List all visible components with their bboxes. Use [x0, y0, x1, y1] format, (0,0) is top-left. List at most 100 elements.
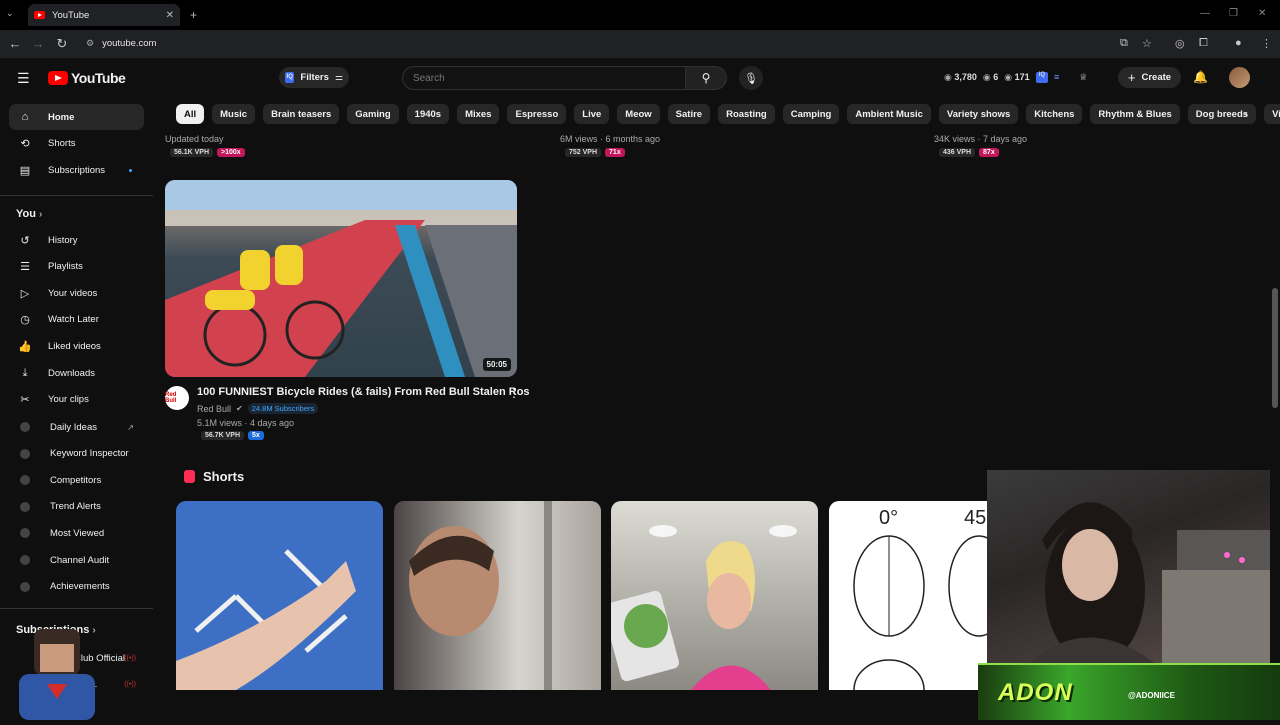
- search-input[interactable]: [413, 72, 685, 84]
- short-thumbnail-1[interactable]: [176, 501, 383, 690]
- browser-tab[interactable]: YouTube ✕: [28, 4, 180, 26]
- chip-rhythm-blues[interactable]: Rhythm & Blues: [1090, 104, 1180, 124]
- page-scrollbar[interactable]: [1272, 288, 1278, 408]
- tab-search-icon[interactable]: ⌄: [6, 8, 14, 19]
- video-title[interactable]: 100 FUNNIEST Bicycle Rides (& fails) Fro…: [197, 386, 530, 398]
- channel-name[interactable]: Red Bull: [197, 404, 231, 414]
- hamburger-menu-icon[interactable]: ☰: [17, 70, 30, 87]
- video-more-icon[interactable]: ⋮: [508, 386, 520, 400]
- extensions-puzzle-icon[interactable]: ⧠: [1199, 37, 1208, 50]
- chip-meow[interactable]: Meow: [617, 104, 660, 124]
- chip-espresso[interactable]: Espresso: [507, 104, 567, 124]
- chip-live[interactable]: Live: [574, 104, 610, 124]
- minimize-icon[interactable]: —: [1200, 8, 1210, 19]
- chips-next-arrow-icon[interactable]: ›: [1244, 107, 1248, 121]
- search-box[interactable]: [402, 66, 686, 90]
- top-row-vph-1: 56.1K VPH >100x: [170, 148, 245, 157]
- chip-all[interactable]: All: [176, 104, 205, 124]
- tab-close-icon[interactable]: ✕: [166, 10, 174, 21]
- chip-satire[interactable]: Satire: [667, 104, 711, 124]
- sidebar-item-your-clips[interactable]: ✂ Your clips: [9, 387, 144, 413]
- sidebar-item-home[interactable]: ⌂ Home: [9, 104, 144, 130]
- bookmark-star-icon[interactable]: ☆: [1142, 37, 1152, 50]
- back-icon[interactable]: ←: [7, 36, 23, 51]
- profile-icon[interactable]: ●: [1235, 37, 1242, 49]
- install-app-icon[interactable]: ⧉: [1120, 37, 1128, 50]
- channel-avatar[interactable]: Red Bull: [165, 386, 189, 410]
- history-icon: ↺: [20, 234, 30, 247]
- sidebar-item-competitors[interactable]: Competitors: [9, 467, 144, 493]
- chip-1940s[interactable]: 1940s: [406, 104, 450, 124]
- top-row-meta-2: 6M views · 6 months ago: [560, 134, 661, 144]
- maximize-icon[interactable]: ❐: [1229, 8, 1238, 19]
- chip-kitchens[interactable]: Kitchens: [1026, 104, 1083, 124]
- list-icon[interactable]: ≡: [1054, 72, 1059, 83]
- chip-music[interactable]: Music: [212, 104, 256, 124]
- logo-text: YouTube: [71, 70, 126, 86]
- sidebar-item-most-viewed[interactable]: Most Viewed: [9, 520, 144, 546]
- you-section-header[interactable]: You ›: [16, 208, 42, 220]
- degree-label-0: 0°: [879, 507, 899, 529]
- sidebar-item-label: Keyword Inspector: [50, 448, 129, 460]
- notifications-bell-icon[interactable]: 🔔: [1193, 70, 1208, 84]
- chip-brain-teasers[interactable]: Brain teasers: [263, 104, 340, 124]
- sidebar-item-liked-videos[interactable]: 👍 Liked videos: [9, 333, 144, 359]
- extension-dot-icon: [20, 528, 30, 539]
- sidebar-item-trend-alerts[interactable]: Trend Alerts: [9, 494, 144, 520]
- short-thumbnail-3[interactable]: [611, 501, 818, 690]
- sidebar-item-watch-later[interactable]: ◷ Watch Later: [9, 307, 144, 333]
- trophy-icon[interactable]: ♕: [1079, 72, 1087, 83]
- chip-gaming[interactable]: Gaming: [347, 104, 399, 124]
- sidebar-item-shorts[interactable]: ⟲ Shorts: [9, 131, 144, 157]
- sidebar-item-label: Playlists: [48, 261, 83, 273]
- chip-variety-shows[interactable]: Variety shows: [938, 104, 1019, 124]
- top-row-vph-2: 752 VPH 71x: [565, 148, 625, 157]
- sidebar-item-daily-ideas[interactable]: Daily Ideas ↗: [9, 414, 144, 440]
- extension-stats[interactable]: ◉ 3,780 ◉ 6 ◉ 171 iQ ≡ ♕: [944, 72, 1087, 83]
- search-icon: ⚲: [701, 71, 711, 85]
- plus-icon: +: [1127, 70, 1136, 85]
- chip-camping[interactable]: Camping: [782, 104, 840, 124]
- sidebar-item-label: History: [48, 234, 78, 246]
- extension-icon[interactable]: ◎: [1175, 37, 1185, 50]
- sidebar-item-history[interactable]: ↺ History: [9, 227, 144, 253]
- reload-icon[interactable]: ↻: [54, 36, 70, 52]
- youtube-favicon-icon: [34, 11, 45, 19]
- category-chips: All Music Brain teasers Gaming 1940s Mixes Esp…: [176, 104, 1280, 124]
- chip-roasting[interactable]: Roasting: [718, 104, 775, 124]
- new-tab-button[interactable]: +: [190, 8, 197, 22]
- sidebar-item-subscriptions[interactable]: ▤ Subscriptions: [9, 157, 144, 183]
- youtube-logo[interactable]: YouTube: [48, 70, 126, 86]
- external-link-icon: ↗: [127, 422, 134, 432]
- chip-ambient-music[interactable]: Ambient Music: [847, 104, 931, 124]
- sidebar-item-downloads[interactable]: ⤓ Downloads: [9, 360, 144, 386]
- webcam-overlay: [987, 470, 1270, 665]
- sidebar-item-label: Your videos: [48, 287, 98, 299]
- chip-visua[interactable]: Visua: [1264, 104, 1280, 124]
- chrome-menu-icon[interactable]: ⋮: [1261, 37, 1272, 50]
- sidebar-item-keyword-inspector[interactable]: Keyword Inspector: [9, 441, 144, 467]
- sidebar-item-achievements[interactable]: Achievements: [9, 574, 144, 600]
- window-close-icon[interactable]: ✕: [1258, 8, 1266, 19]
- omnibox[interactable]: ⚙ youtube.com: [78, 33, 1163, 54]
- forward-icon[interactable]: →: [30, 36, 46, 51]
- short-thumbnail-2[interactable]: [394, 501, 601, 690]
- account-avatar[interactable]: [1229, 67, 1250, 88]
- sidebar-item-label: Downloads: [48, 367, 95, 379]
- sidebar-item-playlists[interactable]: ☰ Playlists: [9, 254, 144, 280]
- sidebar-item-channel-audit[interactable]: Channel Audit: [9, 547, 144, 573]
- search-button[interactable]: ⚲: [685, 66, 727, 90]
- chevron-right-icon: ›: [39, 209, 43, 220]
- subscriber-count: 24.8M Subscribers: [247, 403, 319, 414]
- voice-search-button[interactable]: 🎙: [739, 66, 763, 90]
- liked-videos-icon: 👍: [18, 340, 32, 353]
- youtube-play-logo-icon: [48, 71, 68, 85]
- video-thumbnail[interactable]: 50:05: [165, 180, 517, 377]
- site-info-icon[interactable]: ⚙: [86, 38, 94, 49]
- create-button[interactable]: + Create: [1118, 67, 1181, 88]
- vidiq-badge-icon[interactable]: iQ: [1035, 72, 1048, 83]
- sidebar-item-your-videos[interactable]: ▷ Your videos: [9, 280, 144, 306]
- stat-views: ◉ 3,780: [944, 72, 977, 82]
- filters-button[interactable]: IQ Filters ⚌: [279, 67, 349, 88]
- chip-mixes[interactable]: Mixes: [457, 104, 500, 124]
